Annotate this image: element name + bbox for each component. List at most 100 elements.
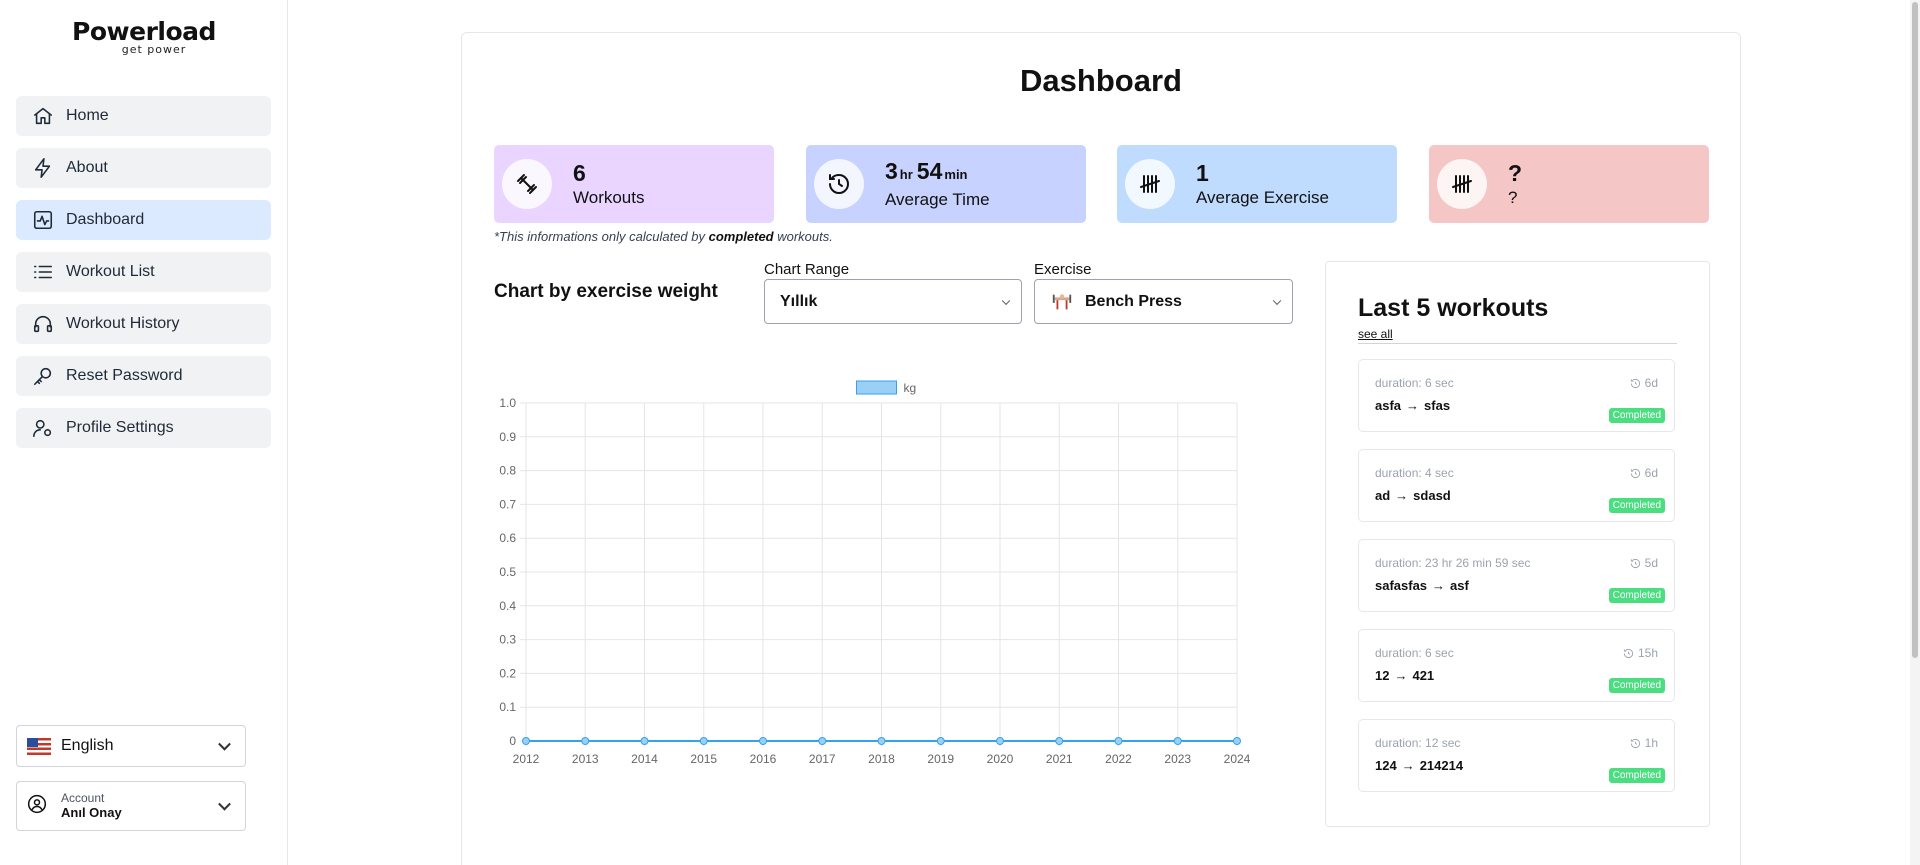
workout-card[interactable]: duration: 6 sec 15h 12 → 421 Completed	[1358, 629, 1675, 702]
data-point	[877, 737, 886, 745]
home-icon	[32, 105, 54, 127]
stat-caption: Workouts	[573, 188, 645, 207]
x-tick-label: 2015	[690, 752, 717, 766]
activity-icon	[32, 209, 54, 231]
chart-range-value: Yıllık	[780, 292, 818, 310]
x-tick-label: 2016	[750, 752, 777, 766]
status-badge: Completed	[1608, 768, 1665, 783]
app: Powerload get power Home About Dashboard…	[0, 0, 1920, 865]
x-tick-label: 2013	[572, 752, 599, 766]
workout-duration: duration: 23 hr 26 min 59 sec	[1375, 556, 1531, 570]
account-label: Account	[61, 791, 105, 805]
tally-icon	[1125, 159, 1175, 209]
arrow-right-icon: →	[1432, 578, 1446, 593]
workout-time-ago: 15h	[1623, 646, 1658, 660]
arrow-right-icon: →	[1401, 758, 1415, 773]
data-point	[996, 737, 1004, 745]
x-tick-label: 2012	[513, 752, 540, 766]
y-tick-label: 0.7	[499, 497, 516, 511]
y-tick-label: 0.1	[499, 700, 516, 714]
x-tick-label: 2018	[868, 752, 895, 766]
data-point	[522, 737, 530, 745]
workout-from: ad	[1375, 488, 1391, 503]
y-tick-label: 0	[509, 734, 516, 748]
sidebar-item-label: Workout List	[66, 263, 155, 280]
x-tick-label: 2020	[987, 752, 1014, 766]
workout-from: 124	[1375, 758, 1397, 773]
sidebar-item-reset-password[interactable]: Reset Password	[16, 356, 271, 396]
data-point	[640, 737, 649, 745]
sidebar-nav: Home About Dashboard Workout List Workou…	[16, 96, 271, 460]
chevron-down-icon	[1272, 296, 1282, 305]
legend-label: kg	[904, 381, 917, 395]
history-icon	[1623, 648, 1634, 658]
sidebar: Powerload get power Home About Dashboard…	[0, 0, 288, 865]
x-tick-label: 2021	[1046, 752, 1073, 766]
workout-card[interactable]: duration: 6 sec 6d asfa → sfas Completed	[1358, 359, 1675, 432]
workout-time-ago: 5d	[1630, 556, 1658, 570]
stat-average-exercise: 1 Average Exercise	[1117, 145, 1397, 223]
scrollbar[interactable]	[1910, 0, 1920, 865]
sidebar-item-about[interactable]: About	[16, 148, 271, 188]
stat-value: 3 hr 54 min	[885, 157, 990, 189]
sidebar-item-profile-settings[interactable]: Profile Settings	[16, 408, 271, 448]
note-suffix: workouts.	[773, 229, 833, 244]
workout-duration: duration: 6 sec	[1375, 646, 1454, 660]
status-badge: Completed	[1608, 498, 1665, 513]
logo[interactable]: Powerload get power	[0, 18, 288, 57]
user-circle-icon	[27, 794, 47, 819]
sidebar-item-dashboard[interactable]: Dashboard	[16, 200, 271, 240]
legend-swatch	[856, 380, 897, 395]
chart-range-select[interactable]: Yıllık	[764, 279, 1022, 324]
stat-caption: Average Exercise	[1196, 188, 1329, 207]
history-icon	[814, 159, 864, 209]
bench-press-icon	[1051, 291, 1073, 313]
data-point	[1233, 737, 1241, 745]
weight-line-chart: 0 0.1 0.2 0.3 0.4 0.5 0.6 0.7 0.8 0.9 1.0 2012 2013 2…	[499, 380, 1251, 766]
arrow-right-icon: →	[1395, 488, 1409, 503]
exercise-select[interactable]: Bench Press	[1034, 279, 1293, 324]
workout-card[interactable]: duration: 23 hr 26 min 59 sec 5d safasfas →…	[1358, 539, 1675, 612]
language-select[interactable]: English	[16, 725, 246, 767]
chevron-down-icon	[218, 737, 231, 751]
workout-to: asf	[1450, 578, 1469, 593]
sidebar-item-workout-history[interactable]: Workout History	[16, 304, 271, 344]
status-badge: Completed	[1608, 588, 1665, 603]
workout-ago-text: 6d	[1644, 376, 1658, 390]
sidebar-item-home[interactable]: Home	[16, 96, 271, 136]
see-all-link[interactable]: see all	[1358, 327, 1393, 341]
x-tick-label: 2017	[809, 752, 836, 766]
sidebar-item-label: About	[66, 159, 108, 176]
x-tick-label: 2023	[1164, 752, 1191, 766]
sidebar-item-workout-list[interactable]: Workout List	[16, 252, 271, 292]
data-point	[818, 737, 827, 745]
headphones-icon	[32, 313, 54, 335]
workout-card[interactable]: duration: 4 sec 6d ad → sdasd Completed	[1358, 449, 1675, 522]
workout-route: ad → sdasd	[1375, 488, 1451, 503]
us-flag-icon	[27, 737, 51, 755]
stat-hours: 3	[885, 158, 898, 184]
y-tick-label: 0.3	[499, 633, 516, 647]
workout-ago-text: 1h	[1644, 736, 1658, 750]
stat-value: ?	[1508, 160, 1523, 186]
workout-time-ago: 6d	[1630, 466, 1658, 480]
stat-value: 6	[573, 160, 586, 186]
workout-from: safasfas	[1375, 578, 1428, 593]
data-point	[936, 737, 945, 745]
history-icon	[1630, 468, 1640, 478]
workout-to: 421	[1412, 668, 1435, 683]
y-tick-label: 0.2	[499, 666, 516, 680]
key-icon	[32, 365, 54, 387]
account-menu[interactable]: Account Anıl Onay	[16, 781, 246, 831]
history-icon	[1630, 378, 1640, 388]
x-tick-label: 2019	[927, 752, 954, 766]
last-workouts-panel: Last 5 workouts see all duration: 6 sec 6…	[1325, 261, 1710, 827]
workout-card[interactable]: duration: 12 sec 1h 124 → 214214 Completed	[1358, 719, 1675, 792]
scrollbar-thumb[interactable]	[1912, 2, 1918, 658]
workout-route: 124 → 214214	[1375, 758, 1463, 773]
language-label: English	[61, 737, 114, 754]
arrow-right-icon: →	[1394, 668, 1408, 683]
y-tick-label: 1.0	[499, 396, 516, 410]
logo-tagline: get power	[121, 43, 187, 56]
workout-from: asfa	[1375, 398, 1402, 413]
